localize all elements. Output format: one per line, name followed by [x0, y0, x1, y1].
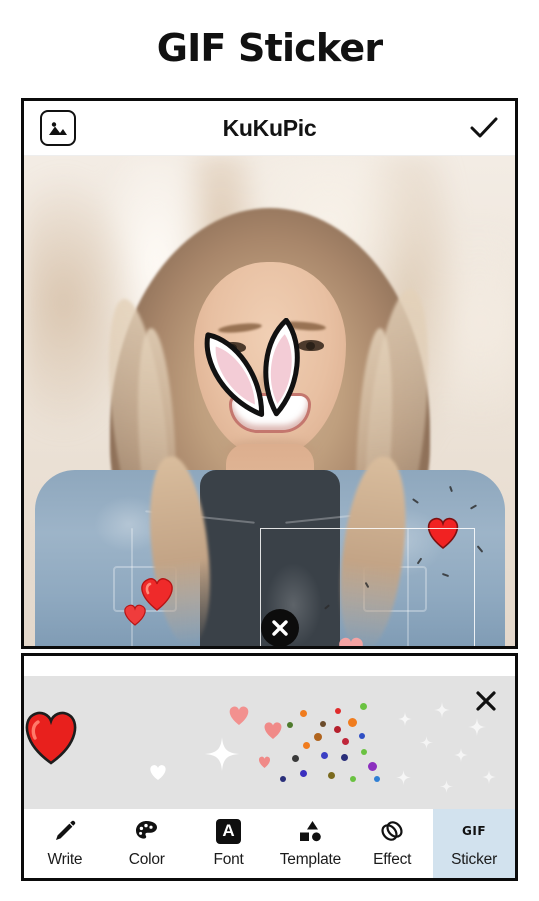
sticker-item-white-star[interactable]: [468, 718, 486, 741]
sticker-item-white-star[interactable]: [454, 748, 468, 767]
sticker-item-confetti-dot[interactable]: [361, 749, 367, 755]
sticker-item-white-star[interactable]: [434, 702, 450, 723]
sticker-item-white-star[interactable]: [440, 780, 453, 798]
sticker-item-white-star[interactable]: [398, 712, 412, 731]
font-letter-a-icon: A: [216, 818, 242, 844]
gif-icon: GIF: [462, 818, 486, 844]
sticker-item-confetti-dot[interactable]: [350, 776, 356, 782]
sticker-item-white-star[interactable]: [482, 770, 496, 789]
sticker-item-confetti-dot[interactable]: [314, 733, 322, 741]
shapes-icon: [297, 818, 323, 844]
tool-label: Effect: [373, 851, 412, 868]
sticker-panel: Write Color A Font Template Effect GIF S…: [21, 653, 518, 881]
sticker-item-confetti-dot[interactable]: [292, 755, 299, 762]
editor-toolbar: Write Color A Font Template Effect GIF S…: [24, 809, 515, 878]
tool-effect[interactable]: Effect: [351, 809, 433, 878]
sticker-item-big-red-heart[interactable]: [24, 706, 82, 771]
sticker-preview-strip[interactable]: [24, 676, 515, 809]
sticker-item-confetti-dot[interactable]: [287, 722, 293, 728]
sticker-item-confetti-dot[interactable]: [335, 708, 341, 714]
sticker-heart-red-small[interactable]: [122, 602, 148, 632]
sticker-item-confetti-dot[interactable]: [342, 738, 349, 745]
sticker-item-confetti-dot[interactable]: [303, 742, 310, 749]
sticker-item-pink-heart-a[interactable]: [227, 704, 251, 731]
tool-sticker[interactable]: GIF Sticker: [433, 809, 515, 878]
tool-label: Template: [279, 851, 342, 868]
sticker-item-white-star[interactable]: [396, 770, 411, 790]
overlapping-rings-icon: [379, 818, 405, 844]
sticker-item-white-star[interactable]: [420, 736, 433, 754]
checkmark-icon[interactable]: [469, 116, 499, 140]
tool-label: Color: [128, 851, 165, 868]
sticker-item-confetti-dot[interactable]: [341, 754, 348, 761]
pencil-icon: [53, 818, 77, 844]
sticker-item-confetti-dot[interactable]: [368, 762, 377, 771]
sticker-item-confetti-dot[interactable]: [321, 752, 328, 759]
close-x-icon[interactable]: [473, 688, 499, 714]
gif-glyph: GIF: [462, 824, 487, 838]
sticker-delete-button[interactable]: [261, 609, 299, 646]
page-title: GIF Sticker: [156, 26, 383, 70]
phone-screenshot-frame: KuKuPic: [21, 98, 518, 649]
image-gallery-icon[interactable]: [40, 110, 76, 146]
tool-template[interactable]: Template: [269, 809, 351, 878]
sticker-item-confetti-dot[interactable]: [328, 772, 335, 779]
tool-font[interactable]: A Font: [188, 809, 270, 878]
sticker-item-confetti-dot[interactable]: [334, 726, 341, 733]
sticker-bunny-ears[interactable]: [189, 317, 319, 428]
sticker-item-sparkle-cross[interactable]: [204, 736, 240, 777]
tool-label: Write: [47, 851, 83, 868]
sticker-heart-pink-1[interactable]: [335, 634, 367, 646]
sticker-item-confetti-dot[interactable]: [280, 776, 286, 782]
app-title: KuKuPic: [222, 114, 317, 141]
sticker-item-pink-heart-b[interactable]: [262, 720, 284, 745]
sticker-item-confetti-dot[interactable]: [320, 721, 326, 727]
tool-label: Sticker: [451, 851, 498, 868]
sticker-item-confetti-dot[interactable]: [374, 776, 380, 782]
sticker-item-confetti-dot[interactable]: [300, 770, 307, 777]
palette-icon: [134, 818, 159, 844]
sticker-item-confetti-dot[interactable]: [359, 733, 365, 739]
page-root: GIF Sticker KuKuPic Write Color A Font T…: [0, 0, 539, 901]
panel-top-strip: [24, 656, 515, 676]
font-glyph: A: [222, 821, 235, 840]
tool-write[interactable]: Write: [24, 809, 106, 878]
app-header: KuKuPic: [24, 101, 515, 156]
tool-color[interactable]: Color: [106, 809, 188, 878]
sticker-heart-red-right[interactable]: [424, 514, 462, 555]
sticker-item-confetti-dot[interactable]: [360, 703, 367, 710]
tool-label: Font: [213, 851, 244, 868]
sticker-item-confetti-dot[interactable]: [300, 710, 307, 717]
photo-canvas[interactable]: [24, 156, 515, 646]
sticker-item-pink-heart-c[interactable]: [257, 755, 272, 774]
sticker-item-confetti-dot[interactable]: [348, 718, 357, 727]
sticker-item-white-heart[interactable]: [148, 763, 168, 786]
